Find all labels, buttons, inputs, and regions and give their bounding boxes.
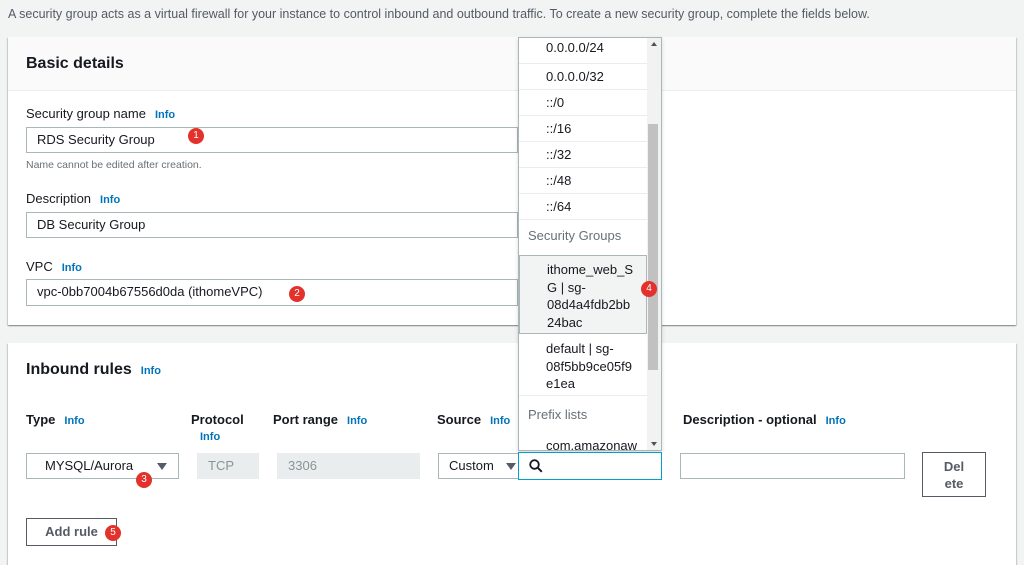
info-link-inbound[interactable]: Info [141, 365, 161, 377]
annotation-badge: 2 [289, 286, 305, 302]
scroll-up-arrow-icon[interactable] [651, 42, 657, 46]
dropdown-option-cidr[interactable]: ::/16 [519, 116, 647, 142]
dropdown-scrollbar[interactable] [647, 38, 661, 450]
info-link-description[interactable]: Info [100, 194, 120, 206]
info-link-source[interactable]: Info [490, 415, 510, 427]
protocol-input: TCP [197, 453, 259, 479]
vpc-text: VPC [26, 259, 53, 274]
dropdown-option-cidr[interactable]: ::/32 [519, 142, 647, 168]
vpc-select[interactable]: vpc-0bb7004b67556d0da (ithomeVPC) [26, 279, 518, 306]
basic-details-title: Basic details [26, 55, 124, 72]
type-select[interactable]: MYSQL/Aurora [26, 453, 179, 479]
add-rule-button[interactable]: Add rule [26, 518, 117, 546]
source-type-select[interactable]: Custom [438, 453, 520, 479]
dropdown-option-cidr[interactable]: 0.0.0.0/24 [519, 38, 647, 64]
info-link-port[interactable]: Info [347, 415, 367, 427]
annotation-badge: 4 [641, 281, 657, 297]
option-line: 24bac [547, 314, 583, 330]
source-search-input[interactable] [518, 452, 662, 480]
security-group-name-text: Security group name [26, 106, 146, 121]
option-line: 08f5bb9ce05f9 [546, 358, 633, 374]
chevron-down-icon [157, 463, 167, 470]
intro-text: A security group acts as a virtual firew… [8, 7, 870, 21]
col-description-text: Description - optional [683, 412, 817, 427]
basic-details-panel: Basic details Security group name Info RD… [8, 37, 1016, 325]
option-line: 08d4a4fdb2bb [547, 297, 631, 312]
source-dropdown-list[interactable]: 0.0.0.0/24 0.0.0.0/32 ::/0 ::/16 ::/32 :… [518, 37, 662, 451]
col-type-text: Type [26, 412, 56, 427]
col-port-text: Port range [273, 412, 339, 427]
chevron-down-icon [506, 463, 516, 470]
delete-label-1: Del [943, 459, 965, 474]
inbound-rules-title-text: Inbound rules [26, 361, 132, 378]
col-protocol-header: Protocol [191, 412, 244, 427]
scroll-down-arrow-icon[interactable] [651, 442, 657, 446]
vpc-label: VPC Info [26, 259, 82, 274]
dropdown-option-cidr[interactable]: ::/48 [519, 168, 647, 194]
option-line: G | sg- [547, 279, 586, 295]
col-source-text: Source [437, 412, 482, 427]
info-link-name[interactable]: Info [155, 109, 175, 121]
option-line: default | sg- [546, 341, 614, 356]
dropdown-option-security-group[interactable]: ithome_web_S G | sg- 08d4a4fdb2bb 24bac [519, 255, 647, 334]
port-range-input: 3306 [277, 453, 420, 479]
description-text: Description [26, 191, 92, 206]
description-input[interactable]: DB Security Group [26, 212, 518, 238]
annotation-badge: 1 [188, 128, 204, 144]
search-icon [529, 459, 543, 473]
description-label: Description Info [26, 191, 120, 206]
option-line: e1ea [546, 376, 575, 391]
security-group-name-label: Security group name Info [26, 106, 175, 121]
dropdown-option-prefix-list[interactable]: com.amazonaw [519, 436, 647, 450]
annotation-badge: 3 [136, 472, 152, 488]
inbound-rules-panel: Inbound rules Info Type Info Protocol Info… [8, 343, 1016, 565]
col-type-header: Type Info [26, 412, 85, 427]
dropdown-option-security-group[interactable]: default | sg- 08f5bb9ce05f9 e1ea [519, 336, 647, 396]
basic-details-header: Basic details [8, 37, 1016, 91]
col-source-header: Source Info [437, 412, 510, 427]
annotation-badge: 5 [105, 525, 121, 541]
dropdown-group-security-groups: Security Groups [528, 228, 622, 243]
delete-rule-button[interactable]: Del ete [922, 452, 986, 497]
dropdown-group-prefix-lists: Prefix lists [528, 407, 588, 422]
dropdown-option-cidr[interactable]: 0.0.0.0/32 [519, 64, 647, 90]
name-hint: Name cannot be edited after creation. [26, 159, 202, 171]
col-port-header: Port range Info [273, 412, 367, 427]
option-line: ithome_web_S [547, 262, 633, 277]
info-link-vpc[interactable]: Info [62, 262, 82, 274]
dropdown-option-cidr[interactable]: ::/0 [519, 90, 647, 116]
col-description-header: Description - optional Info [683, 412, 846, 427]
info-link-type[interactable]: Info [64, 415, 84, 427]
rule-description-input[interactable] [680, 453, 905, 479]
info-link-protocol[interactable]: Info [200, 431, 220, 443]
security-group-name-input[interactable]: RDS Security Group [26, 127, 518, 153]
type-value: MYSQL/Aurora [45, 458, 134, 473]
info-link-rule-description[interactable]: Info [826, 415, 846, 427]
scrollbar-thumb[interactable] [648, 124, 658, 370]
inbound-rules-title: Inbound rules Info [26, 361, 161, 379]
vpc-value: vpc-0bb7004b67556d0da (ithomeVPC) [37, 284, 263, 299]
delete-label-2: ete [944, 476, 964, 491]
source-type-value: Custom [449, 458, 494, 473]
dropdown-option-cidr[interactable]: ::/64 [519, 194, 647, 220]
